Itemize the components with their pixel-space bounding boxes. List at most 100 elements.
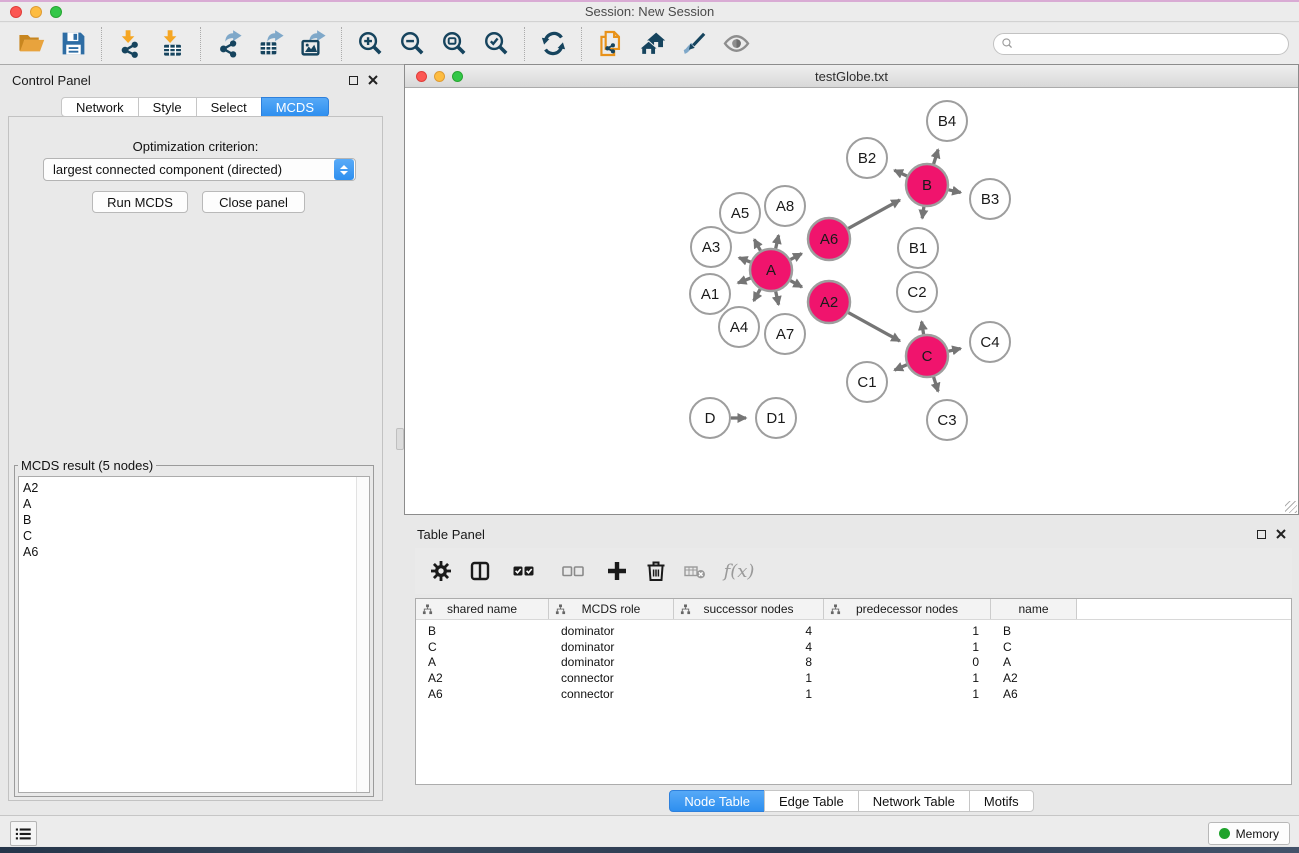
edge-A-A7[interactable] <box>776 292 779 305</box>
tab-select[interactable]: Select <box>196 97 262 117</box>
node-B4[interactable]: B4 <box>927 101 967 141</box>
edge-A-A2[interactable] <box>790 281 802 287</box>
node-C[interactable]: C <box>906 335 948 377</box>
cell-predecessor-nodes[interactable]: 1 <box>824 671 991 685</box>
column-header-predecessor-nodes[interactable]: predecessor nodes <box>824 599 991 619</box>
edge-C-C3[interactable] <box>934 377 939 391</box>
table-row[interactable]: A6connector11A6 <box>416 686 1291 702</box>
network-window-titlebar[interactable]: testGlobe.txt <box>405 65 1298 88</box>
edge-B-B4[interactable] <box>934 150 939 164</box>
node-A8[interactable]: A8 <box>765 186 805 226</box>
cell-name[interactable]: B <box>991 624 1077 638</box>
column-header-mcds-role[interactable]: MCDS role <box>549 599 674 619</box>
mcds-result-item[interactable]: A2 <box>23 480 369 496</box>
split-pane-divider[interactable] <box>396 428 404 450</box>
cell-mcds-role[interactable]: connector <box>549 671 674 685</box>
cell-name[interactable]: C <box>991 640 1077 654</box>
import-network-button[interactable] <box>109 25 151 63</box>
mcds-result-item[interactable]: C <box>23 528 369 544</box>
zoom-in-button[interactable] <box>349 25 391 63</box>
cell-predecessor-nodes[interactable]: 0 <box>824 655 991 669</box>
close-panel-button[interactable]: Close panel <box>202 191 305 213</box>
tab-motifs[interactable]: Motifs <box>969 790 1034 812</box>
cell-mcds-role[interactable]: dominator <box>549 624 674 638</box>
close-panel-icon[interactable] <box>368 75 378 85</box>
edge-C-C4[interactable] <box>949 349 961 352</box>
node-A6[interactable]: A6 <box>808 218 850 260</box>
node-B1[interactable]: B1 <box>898 228 938 268</box>
zoom-fit-button[interactable] <box>433 25 475 63</box>
minimize-network-button[interactable] <box>434 71 445 82</box>
export-image-button[interactable] <box>292 25 334 63</box>
resize-corner-handle[interactable] <box>1285 501 1297 513</box>
node-C2[interactable]: C2 <box>897 272 937 312</box>
cell-successor-nodes[interactable]: 8 <box>674 655 824 669</box>
run-mcds-button[interactable]: Run MCDS <box>92 191 188 213</box>
select-all-button[interactable] <box>502 552 546 590</box>
search-input[interactable] <box>1014 35 1288 53</box>
memory-button[interactable]: Memory <box>1208 822 1290 845</box>
node-D1[interactable]: D1 <box>756 398 796 438</box>
minimize-window-button[interactable] <box>30 6 42 18</box>
node-A5[interactable]: A5 <box>720 193 760 233</box>
table-row[interactable]: Adominator80A <box>416 655 1291 671</box>
scrollbar-track[interactable] <box>356 477 369 792</box>
close-window-button[interactable] <box>10 6 22 18</box>
cell-shared-name[interactable]: B <box>416 624 549 638</box>
cell-name[interactable]: A <box>991 655 1077 669</box>
cell-name[interactable]: A2 <box>991 671 1077 685</box>
node-A1[interactable]: A1 <box>690 274 730 314</box>
columns-button[interactable] <box>463 552 497 590</box>
float-table-panel-icon[interactable] <box>1257 530 1266 539</box>
node-A7[interactable]: A7 <box>765 314 805 354</box>
edge-A2-C[interactable] <box>848 313 900 341</box>
edge-A-A1[interactable] <box>738 278 751 283</box>
network-canvas[interactable]: B4B2BB3A5A8A6B1A3AC2A1A2A4A7C4CC1C3DD1 <box>405 89 1298 514</box>
style-button[interactable] <box>673 25 715 63</box>
column-header-shared-name[interactable]: shared name <box>416 599 549 619</box>
tab-edge-table[interactable]: Edge Table <box>764 790 859 812</box>
close-table-panel-icon[interactable] <box>1276 529 1286 539</box>
node-A[interactable]: A <box>750 249 792 291</box>
function-builder-button[interactable]: f(x) <box>717 552 761 590</box>
node-A2[interactable]: A2 <box>808 281 850 323</box>
tab-node-table[interactable]: Node Table <box>669 790 765 812</box>
float-panel-icon[interactable] <box>349 76 358 85</box>
node-table[interactable]: shared nameMCDS rolesuccessor nodesprede… <box>415 598 1292 785</box>
edge-A-A6[interactable] <box>790 254 801 260</box>
mcds-result-item[interactable]: A <box>23 496 369 512</box>
node-B2[interactable]: B2 <box>847 138 887 178</box>
criterion-dropdown[interactable]: largest connected component (directed) <box>43 158 356 181</box>
edge-C-C1[interactable] <box>895 365 907 370</box>
open-session-button[interactable] <box>10 25 52 63</box>
node-D[interactable]: D <box>690 398 730 438</box>
tab-style[interactable]: Style <box>138 97 197 117</box>
cell-successor-nodes[interactable]: 4 <box>674 640 824 654</box>
cell-shared-name[interactable]: A6 <box>416 687 549 701</box>
cell-mcds-role[interactable]: dominator <box>549 655 674 669</box>
show-hide-panel-button[interactable] <box>715 25 757 63</box>
table-row[interactable]: A2connector11A2 <box>416 670 1291 686</box>
node-A3[interactable]: A3 <box>691 227 731 267</box>
zoom-selected-button[interactable] <box>475 25 517 63</box>
mcds-result-item[interactable]: B <box>23 512 369 528</box>
column-header-name[interactable]: name <box>991 599 1077 619</box>
edge-A-A8[interactable] <box>776 235 779 248</box>
deselect-all-button[interactable] <box>551 552 595 590</box>
tab-mcds[interactable]: MCDS <box>261 97 329 117</box>
zoom-window-button[interactable] <box>50 6 62 18</box>
edge-B-B3[interactable] <box>949 190 961 193</box>
cell-predecessor-nodes[interactable]: 1 <box>824 687 991 701</box>
delete-table-button[interactable] <box>678 552 712 590</box>
cell-successor-nodes[interactable]: 1 <box>674 687 824 701</box>
edge-A-A4[interactable] <box>754 289 761 301</box>
node-A4[interactable]: A4 <box>719 307 759 347</box>
delete-column-button[interactable] <box>639 552 673 590</box>
gear-button[interactable] <box>424 552 458 590</box>
home-layout-button[interactable] <box>631 25 673 63</box>
cell-name[interactable]: A6 <box>991 687 1077 701</box>
add-column-button[interactable] <box>600 552 634 590</box>
cell-mcds-role[interactable]: dominator <box>549 640 674 654</box>
edge-A-A3[interactable] <box>739 258 751 262</box>
cell-mcds-role[interactable]: connector <box>549 687 674 701</box>
